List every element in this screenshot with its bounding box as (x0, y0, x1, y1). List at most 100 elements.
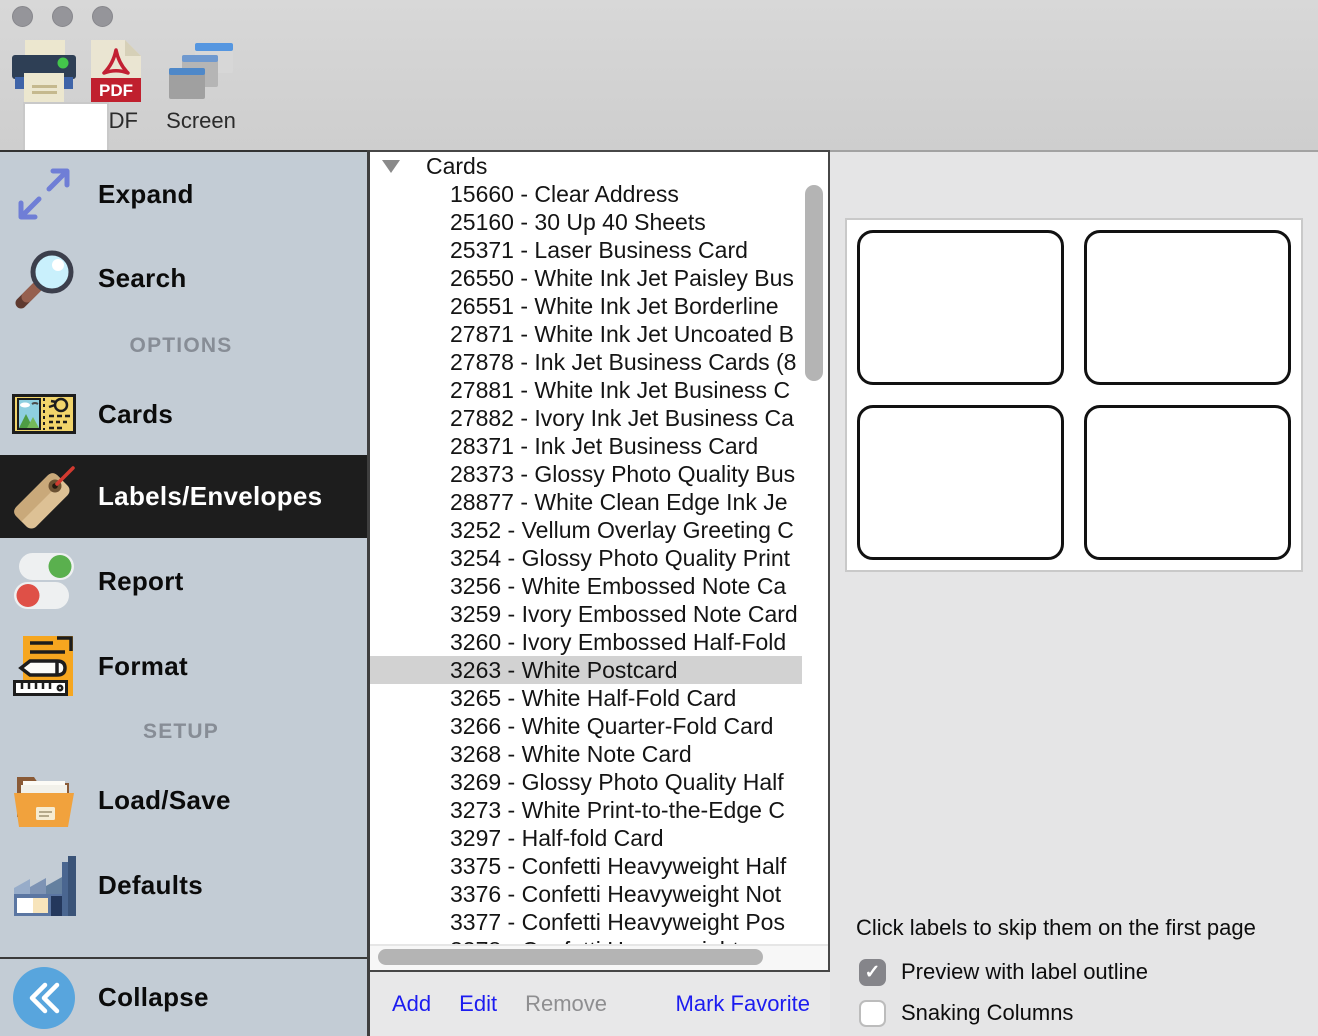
list-item-label: 3259 - Ivory Embossed Note Card (450, 601, 798, 627)
list-item-label: 3265 - White Half-Fold Card (450, 685, 736, 711)
list-item[interactable]: 15660 - Clear Address (370, 180, 802, 208)
horizontal-scrollbar-thumb[interactable] (378, 949, 763, 965)
list-item[interactable]: 3297 - Half-fold Card (370, 824, 802, 852)
list-item-label: 25371 - Laser Business Card (450, 237, 748, 263)
sidebar-item-collapse[interactable]: Collapse (0, 959, 368, 1036)
sidebar-item-cards[interactable]: Cards (0, 374, 368, 454)
list-item-label: 28877 - White Clean Edge Ink Je (450, 489, 788, 515)
mark-favorite-button[interactable]: Mark Favorite (676, 991, 810, 1017)
label-cell[interactable] (1084, 230, 1291, 385)
sidebar-item-label: Labels/Envelopes (98, 481, 322, 512)
tree-root-cards[interactable]: Cards (370, 152, 802, 180)
sidebar-item-label: Collapse (98, 982, 209, 1013)
sidebar-item-labels-envelopes[interactable]: Labels/Envelopes (0, 455, 368, 538)
label-cell[interactable] (857, 230, 1064, 385)
tree-root-label: Cards (426, 153, 487, 180)
disclosure-triangle-icon[interactable] (382, 160, 400, 173)
sidebar-item-label: Format (98, 651, 188, 682)
preview-outline-label: Preview with label outline (901, 959, 1148, 985)
zoom-button[interactable] (92, 6, 113, 27)
sidebar-item-label: Defaults (98, 870, 203, 901)
list-item[interactable]: 3263 - White Postcard (370, 656, 802, 684)
list-item[interactable]: 3260 - Ivory Embossed Half-Fold (370, 628, 802, 656)
list-item-label: 3266 - White Quarter-Fold Card (450, 713, 773, 739)
sidebar-item-defaults[interactable]: Defaults (0, 842, 368, 928)
vertical-scrollbar-thumb[interactable] (805, 185, 823, 381)
edit-button[interactable]: Edit (459, 991, 497, 1017)
sidebar-item-label: Load/Save (98, 785, 231, 816)
list-item[interactable]: 27882 - Ivory Ink Jet Business Ca (370, 404, 802, 432)
list-item[interactable]: 3269 - Glossy Photo Quality Half (370, 768, 802, 796)
minimize-button[interactable] (52, 6, 73, 27)
list-item-label: 3263 - White Postcard (450, 657, 678, 683)
toolbar-items: Print Page (8, 36, 250, 134)
close-button[interactable] (12, 6, 33, 27)
add-button[interactable]: Add (392, 991, 431, 1017)
list-item[interactable]: 3256 - White Embossed Note Ca (370, 572, 802, 600)
list-item[interactable]: 26551 - White Ink Jet Borderline (370, 292, 802, 320)
list-item[interactable]: 3377 - Confetti Heavyweight Pos (370, 908, 802, 936)
preview-outline-checkbox[interactable]: ✓ (859, 959, 886, 986)
postcard-icon (12, 382, 76, 446)
list-item[interactable]: 27878 - Ink Jet Business Cards (8 (370, 348, 802, 376)
sidebar-item-format[interactable]: Format (0, 624, 368, 708)
sidebar-item-label: Cards (98, 399, 173, 430)
list-item[interactable]: 3259 - Ivory Embossed Note Card (370, 600, 802, 628)
list-item[interactable]: 27871 - White Ink Jet Uncoated B (370, 320, 802, 348)
list-item[interactable]: 25371 - Laser Business Card (370, 236, 802, 264)
list-item[interactable]: 3252 - Vellum Overlay Greeting C (370, 516, 802, 544)
preview-outline-row: ✓ Preview with label outline (859, 958, 1148, 986)
sidebar-item-load-save[interactable]: Load/Save (0, 758, 368, 842)
list-item[interactable]: 27881 - White Ink Jet Business C (370, 376, 802, 404)
list-item[interactable]: 25160 - 30 Up 40 Sheets (370, 208, 802, 236)
list-item[interactable]: 28373 - Glossy Photo Quality Bus (370, 460, 802, 488)
snaking-columns-row: ✓ Snaking Columns (859, 999, 1073, 1027)
label-cell[interactable] (1084, 405, 1291, 560)
list-item-label: 3254 - Glossy Photo Quality Print (450, 545, 790, 571)
list-item-label: 27882 - Ivory Ink Jet Business Ca (450, 405, 794, 431)
list-item[interactable]: 3273 - White Print-to-the-Edge C (370, 796, 802, 824)
list-item[interactable]: 3268 - White Note Card (370, 740, 802, 768)
app-window: Print Page (0, 0, 1318, 1036)
list-item[interactable]: 26550 - White Ink Jet Paisley Bus (370, 264, 802, 292)
list-item-label: 3376 - Confetti Heavyweight Not (450, 881, 781, 907)
printer-icon (10, 36, 78, 106)
list-item-label: 3375 - Confetti Heavyweight Half (450, 853, 786, 879)
window-controls (12, 6, 113, 27)
preview-caption: Click labels to skip them on the first p… (856, 915, 1256, 941)
horizontal-scrollbar[interactable] (370, 944, 828, 970)
sidebar-section-setup: SETUP (0, 720, 362, 744)
list-item-label: 15660 - Clear Address (450, 181, 679, 207)
list-item-label: 3297 - Half-fold Card (450, 825, 664, 851)
list-item-label: 3252 - Vellum Overlay Greeting C (450, 517, 794, 543)
split-divider[interactable] (367, 150, 370, 1036)
remove-button: Remove (525, 991, 607, 1017)
screen-label: Screen (166, 108, 236, 134)
sidebar-item-search[interactable]: Search (0, 236, 368, 320)
list-item[interactable]: 28877 - White Clean Edge Ink Je (370, 488, 802, 516)
list-item[interactable]: 3254 - Glossy Photo Quality Print (370, 544, 802, 572)
checkmark-icon: ✓ (865, 963, 881, 982)
sidebar-item-label: Report (98, 566, 184, 597)
list-item[interactable]: 3376 - Confetti Heavyweight Not (370, 880, 802, 908)
list-item-label: 3268 - White Note Card (450, 741, 692, 767)
label-cell[interactable] (857, 405, 1064, 560)
toolbar: Print Page (0, 0, 1318, 150)
screen-button[interactable]: Screen (152, 36, 250, 134)
list-item[interactable]: 3266 - White Quarter-Fold Card (370, 712, 802, 740)
preview-panel: Click labels to skip them on the first p… (830, 150, 1318, 1036)
list-item-label: 25160 - 30 Up 40 Sheets (450, 209, 706, 235)
expand-arrows-icon (12, 162, 76, 226)
screen-windows-icon (167, 36, 235, 106)
list-item[interactable]: 3265 - White Half-Fold Card (370, 684, 802, 712)
snaking-columns-label: Snaking Columns (901, 1000, 1073, 1026)
sidebar-item-report[interactable]: Report (0, 538, 368, 624)
label-preview-page (845, 218, 1303, 572)
sidebar-item-expand[interactable]: Expand (0, 152, 368, 236)
snaking-columns-checkbox[interactable]: ✓ (859, 1000, 886, 1027)
list-item-label: 27878 - Ink Jet Business Cards (8 (450, 349, 796, 375)
sidebar: Expand Search OPTIONS (0, 150, 368, 1036)
list-item[interactable]: 3375 - Confetti Heavyweight Half (370, 852, 802, 880)
sidebar-section-options: OPTIONS (0, 334, 362, 358)
list-item[interactable]: 28371 - Ink Jet Business Card (370, 432, 802, 460)
